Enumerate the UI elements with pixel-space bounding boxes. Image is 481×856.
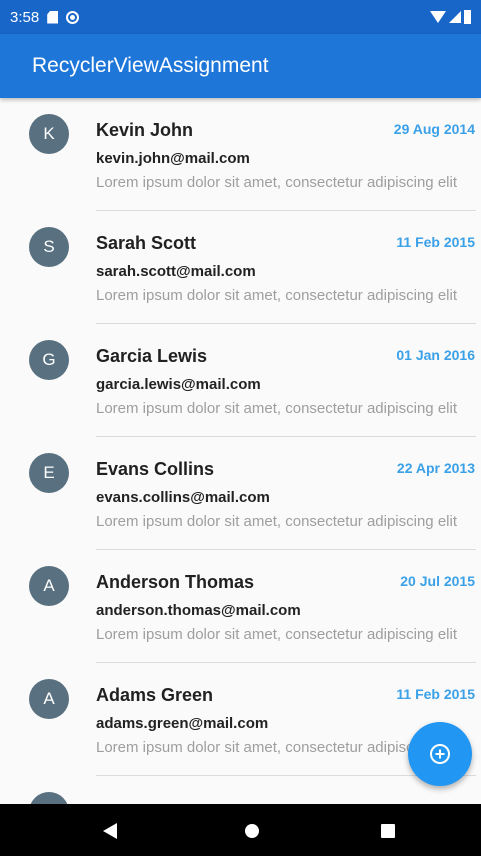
list-item[interactable]: S Sarah Scott 11 Feb 2015 sarah.scott@ma…: [0, 211, 481, 324]
status-time: 3:58: [10, 8, 40, 26]
avatar-initial: A: [43, 689, 55, 708]
avatar: E: [29, 453, 69, 493]
contact-date: 11 Feb 2015: [396, 686, 475, 702]
contact-name: Evans Collins: [96, 459, 215, 479]
sd-card-icon: [47, 10, 59, 24]
cell-signal-icon: [449, 11, 461, 23]
avatar-initial: G: [42, 350, 56, 369]
contact-date: 29 Aug 2014: [393, 121, 475, 137]
avatar-initial: K: [43, 124, 55, 143]
contact-date: 11 Feb 2015: [396, 234, 475, 250]
contact-date: 01 Jan 2016: [396, 347, 475, 363]
avatar: S: [29, 227, 69, 267]
avatar: K: [29, 114, 69, 154]
avatar-initial: E: [43, 463, 55, 482]
contact-email: anderson.thomas@mail.com: [96, 602, 301, 619]
contact-name: Kevin John: [96, 120, 194, 140]
avatar-initial: S: [43, 237, 55, 256]
avatar: G: [29, 340, 69, 380]
list-item[interactable]: A Anderson Thomas 20 Jul 2015 anderson.t…: [0, 550, 481, 663]
contact-name: Adams Green: [96, 685, 214, 705]
list-item[interactable]: E Evans Collins 22 Apr 2013 evans.collin…: [0, 437, 481, 550]
status-bar-left: 3:58: [10, 8, 80, 26]
app-bar: RecyclerViewAssignment: [0, 34, 481, 98]
wifi-icon: [430, 11, 446, 23]
battery-icon: [464, 10, 471, 24]
contact-list[interactable]: K Kevin John 29 Aug 2014 kevin.john@mail…: [0, 98, 481, 804]
contact-email: sarah.scott@mail.com: [96, 263, 256, 280]
contact-snippet: Lorem ipsum dolor sit amet, consectetur …: [96, 626, 457, 643]
status-bar-right: [430, 10, 471, 24]
list-item[interactable]: [0, 776, 481, 804]
contact-date: 20 Jul 2015: [400, 573, 475, 589]
navigation-bar: [0, 804, 481, 856]
list-item[interactable]: K Kevin John 29 Aug 2014 kevin.john@mail…: [0, 98, 481, 211]
contact-email: kevin.john@mail.com: [96, 150, 250, 167]
status-bar: 3:58: [0, 0, 481, 34]
contact-email: adams.green@mail.com: [96, 715, 269, 732]
avatar-initial: A: [43, 576, 55, 595]
contact-name: Sarah Scott: [96, 233, 197, 253]
avatar: A: [29, 679, 69, 719]
contact-name: Garcia Lewis: [96, 346, 208, 366]
recents-icon[interactable]: [381, 824, 395, 838]
contact-email: evans.collins@mail.com: [96, 489, 270, 506]
avatar: [29, 792, 69, 804]
sync-icon: [66, 10, 80, 24]
contact-name: Anderson Thomas: [96, 572, 255, 592]
add-circle-icon: [430, 744, 450, 764]
contact-snippet: Lorem ipsum dolor sit amet, consectetur …: [96, 400, 457, 417]
contact-email: garcia.lewis@mail.com: [96, 376, 261, 393]
app-title: RecyclerViewAssignment: [32, 54, 269, 77]
contact-snippet: Lorem ipsum dolor sit amet, consectetur …: [96, 287, 457, 304]
avatar: A: [29, 566, 69, 606]
contact-snippet: Lorem ipsum dolor sit amet, consectetur …: [96, 174, 457, 191]
add-button[interactable]: [408, 722, 472, 786]
contact-date: 22 Apr 2013: [396, 460, 475, 476]
list-item[interactable]: G Garcia Lewis 01 Jan 2016 garcia.lewis@…: [0, 324, 481, 437]
home-icon[interactable]: [245, 824, 259, 838]
contact-snippet: Lorem ipsum dolor sit amet, consectetur …: [96, 513, 457, 530]
back-icon[interactable]: [103, 823, 117, 839]
